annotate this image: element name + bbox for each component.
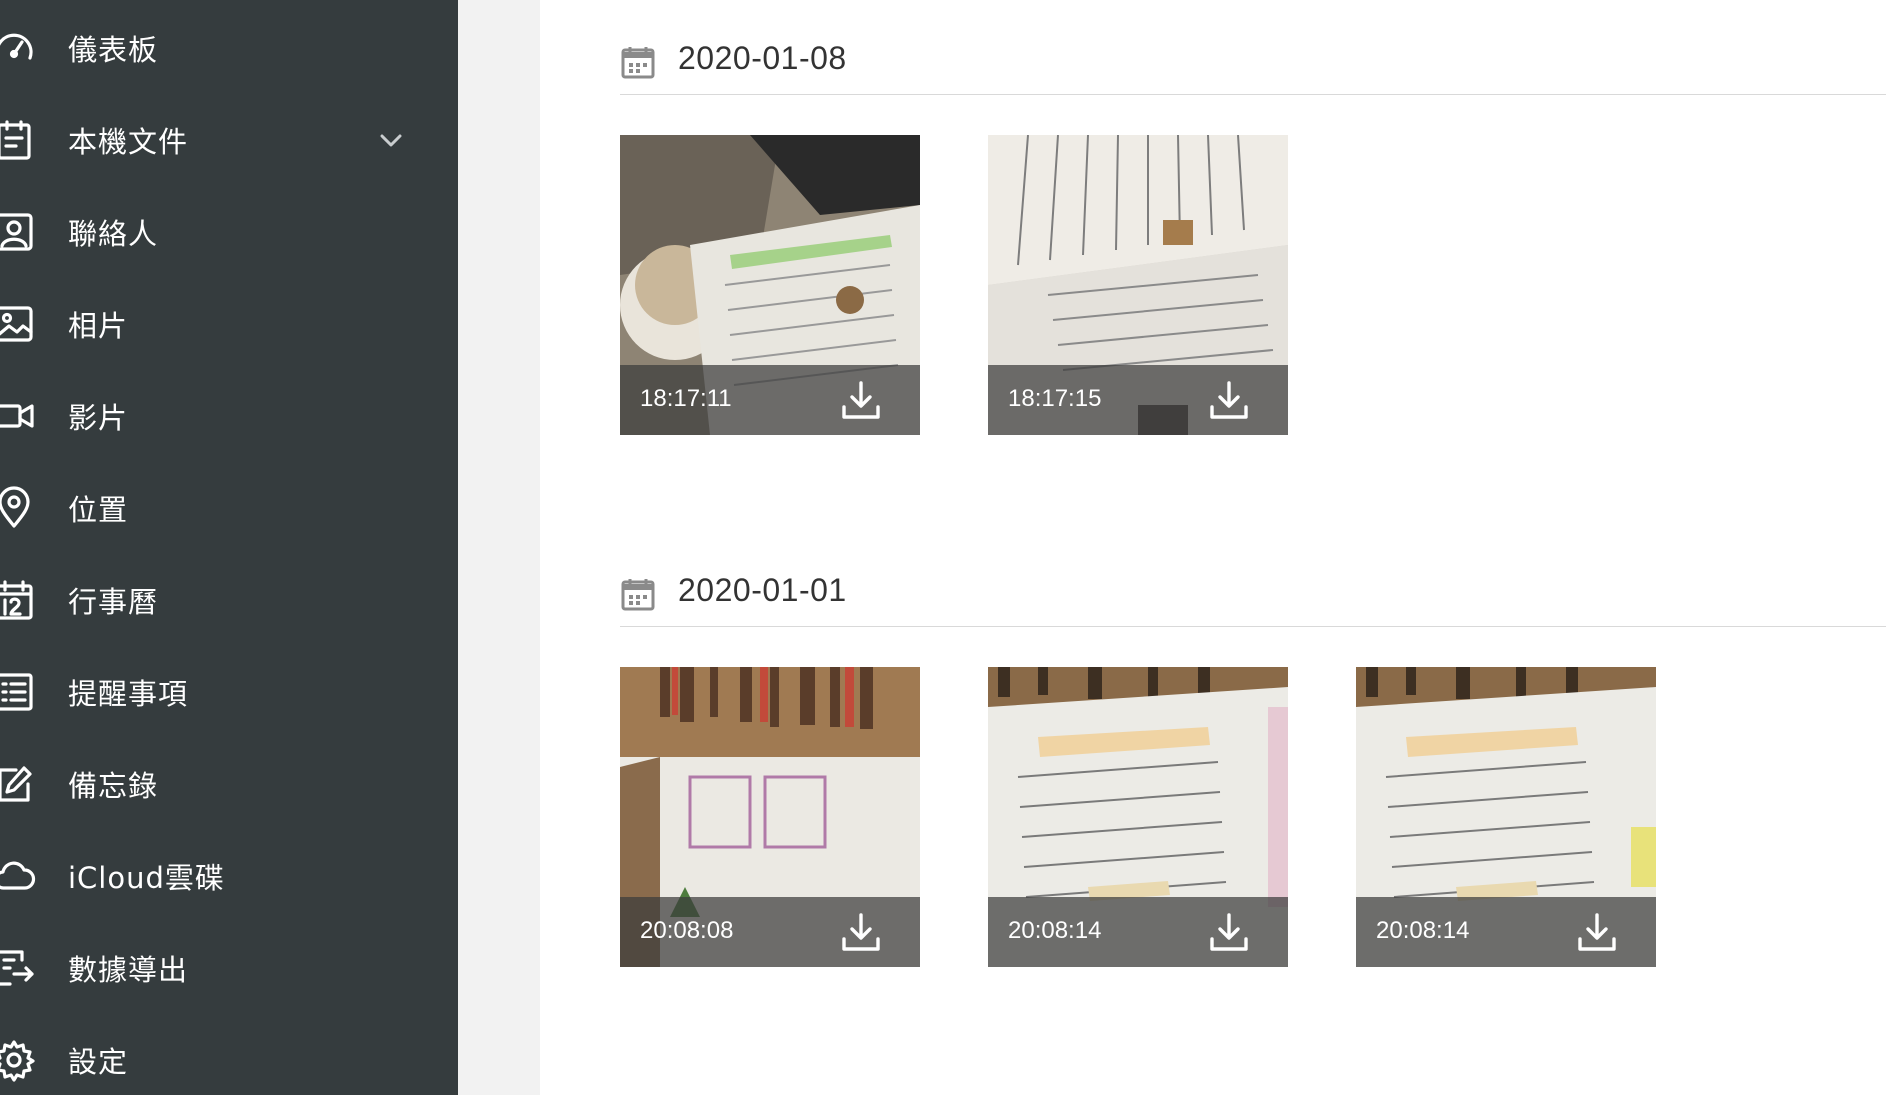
photo-info-bar: 20:08:14 xyxy=(988,897,1288,967)
sidebar-item-dashboard[interactable]: 儀表板 xyxy=(0,8,458,88)
sidebar-item-label: 行事曆 xyxy=(68,585,159,619)
sidebar-item-photos[interactable]: 相片 xyxy=(0,284,458,364)
download-icon[interactable] xyxy=(838,909,884,955)
photo-thumbnail[interactable]: 18:17:15 xyxy=(988,135,1288,435)
calendar-icon xyxy=(620,44,656,80)
calendar-icon xyxy=(0,578,36,622)
photo-thumbnail[interactable]: 20:08:08 xyxy=(620,667,920,967)
sidebar-item-label: iCloud雲碟 xyxy=(68,861,225,895)
photo-icon xyxy=(0,302,36,346)
sidebar-item-label: 儀表板 xyxy=(68,33,159,67)
sidebar-item-label: 相片 xyxy=(68,309,129,343)
photo-info-bar: 20:08:14 xyxy=(1356,897,1656,967)
sidebar-item-label: 備忘錄 xyxy=(68,769,159,803)
sidebar-item-reminders[interactable]: 提醒事項 xyxy=(0,652,458,732)
photo-info-bar: 20:08:08 xyxy=(620,897,920,967)
sidebar-item-local-documents[interactable]: 本機文件 xyxy=(0,100,458,180)
date-group-header: 2020-01-08 xyxy=(620,0,1886,95)
calendar-icon xyxy=(620,576,656,612)
sidebar-item-notes[interactable]: 備忘錄 xyxy=(0,744,458,824)
download-icon[interactable] xyxy=(1206,909,1252,955)
sidebar-item-calendar[interactable]: 行事曆 xyxy=(0,560,458,640)
sidebar-item-contacts[interactable]: 聯絡人 xyxy=(0,192,458,272)
photo-timeline[interactable]: 2020-01-08 18:17:11 18:17:15 2020-01-01 … xyxy=(540,0,1886,1095)
photo-time: 20:08:14 xyxy=(1376,917,1470,944)
group-date: 2020-01-08 xyxy=(678,40,847,76)
photo-time: 18:17:15 xyxy=(1008,385,1102,412)
photo-time: 18:17:11 xyxy=(640,385,732,412)
sidebar-item-label: 聯絡人 xyxy=(68,217,159,251)
list-icon xyxy=(0,670,36,714)
cloud-icon xyxy=(0,854,36,898)
chevron-down-icon[interactable] xyxy=(376,125,406,155)
sidebar-item-label: 數據導出 xyxy=(68,953,189,987)
photo-thumbnail[interactable]: 18:17:11 xyxy=(620,135,920,435)
download-icon[interactable] xyxy=(838,377,884,423)
group-date: 2020-01-01 xyxy=(678,572,847,608)
download-icon[interactable] xyxy=(1206,377,1252,423)
photo-thumbnail[interactable]: 20:08:14 xyxy=(988,667,1288,967)
sidebar-item-data-export[interactable]: 數據導出 xyxy=(0,928,458,1008)
dashboard-icon xyxy=(0,26,36,70)
sidebar-item-label: 影片 xyxy=(68,401,129,435)
gear-icon xyxy=(0,1038,36,1082)
sidebar: 儀表板 本機文件 聯絡人 相片 影片 位置 行事曆 提醒事項 備忘錄 iClou… xyxy=(0,0,458,1095)
download-icon[interactable] xyxy=(1574,909,1620,955)
sidebar-item-videos[interactable]: 影片 xyxy=(0,376,458,456)
photo-info-bar: 18:17:15 xyxy=(988,365,1288,435)
sidebar-item-label: 設定 xyxy=(68,1045,129,1079)
export-icon xyxy=(0,946,36,990)
contact-icon xyxy=(0,210,36,254)
sidebar-item-label: 位置 xyxy=(68,493,129,527)
note-edit-icon xyxy=(0,762,36,806)
photo-info-bar: 18:17:11 xyxy=(620,365,920,435)
document-icon xyxy=(0,118,36,162)
sidebar-item-location[interactable]: 位置 xyxy=(0,468,458,548)
date-group-header: 2020-01-01 xyxy=(620,532,1886,627)
video-icon xyxy=(0,394,36,438)
sidebar-item-icloud-drive[interactable]: iCloud雲碟 xyxy=(0,836,458,916)
location-pin-icon xyxy=(0,486,36,530)
sidebar-item-label: 提醒事項 xyxy=(68,677,189,711)
content-gutter xyxy=(458,0,540,1095)
photo-time: 20:08:14 xyxy=(1008,917,1102,944)
photo-thumbnail[interactable]: 20:08:14 xyxy=(1356,667,1656,967)
sidebar-item-settings[interactable]: 設定 xyxy=(0,1020,458,1100)
sidebar-item-label: 本機文件 xyxy=(68,125,189,159)
photo-time: 20:08:08 xyxy=(640,917,734,944)
